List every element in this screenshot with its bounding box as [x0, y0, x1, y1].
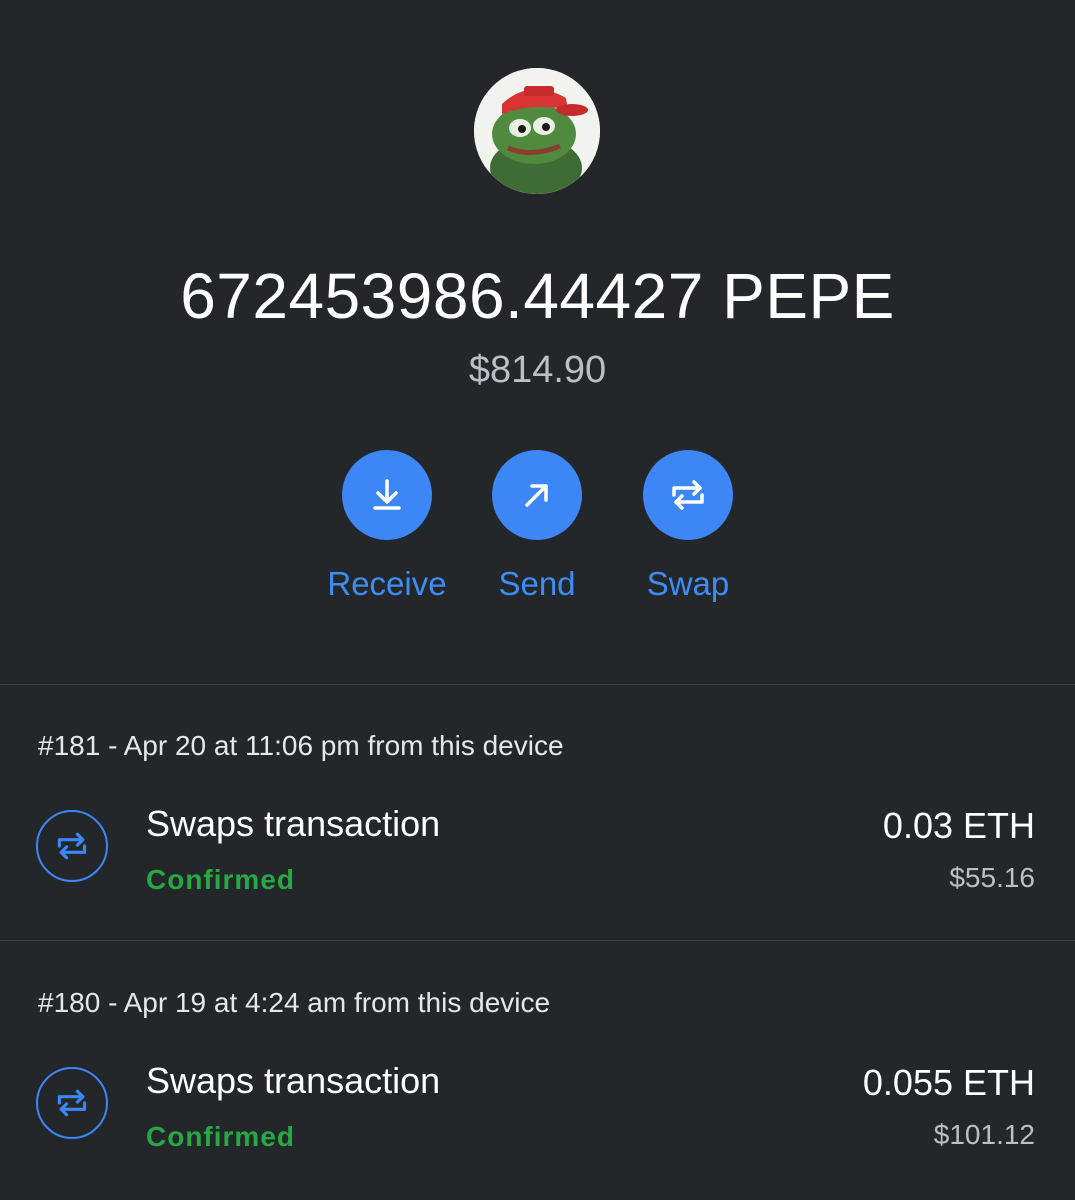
receive-button[interactable]: Receive	[307, 450, 467, 604]
diagonal-arrow-icon	[525, 484, 548, 507]
transaction-row[interactable]: #181 - Apr 20 at 11:06 pm from this devi…	[0, 684, 1075, 940]
swap-arrows-icon	[57, 1089, 87, 1117]
transaction-row[interactable]: #180 - Apr 19 at 4:24 am from this devic…	[0, 941, 1075, 1197]
transaction-amount-fiat: $55.16	[949, 862, 1035, 893]
transaction-title: Swaps transaction	[146, 1060, 441, 1101]
pepe-avatar-icon	[474, 68, 600, 194]
transaction-status: Confirmed	[146, 864, 295, 895]
swap-button[interactable]: Swap	[608, 450, 768, 604]
transaction-amount-fiat: $101.12	[933, 1119, 1035, 1150]
transaction-amount: 0.03 ETH	[882, 805, 1035, 846]
swap-circle[interactable]	[643, 450, 733, 540]
transaction-icon	[36, 1067, 108, 1139]
swap-label[interactable]: Swap	[608, 564, 768, 604]
transaction-status: Confirmed	[146, 1121, 295, 1152]
token-fiat-value: $814.90	[468, 349, 607, 391]
transaction-meta: #181 - Apr 20 at 11:06 pm from this devi…	[38, 730, 564, 761]
token-header: 672453986.44427 PEPE $814.90 Receive Sen…	[0, 0, 1075, 684]
receive-label[interactable]: Receive	[307, 564, 467, 604]
download-arrow-icon	[373, 479, 401, 510]
send-button[interactable]: Send	[457, 450, 617, 604]
send-label[interactable]: Send	[457, 564, 617, 604]
swap-arrows-icon	[57, 832, 87, 860]
transaction-meta: #180 - Apr 19 at 4:24 am from this devic…	[38, 987, 551, 1018]
receive-circle[interactable]	[342, 450, 432, 540]
transaction-icon	[36, 810, 108, 882]
swap-arrows-icon	[672, 480, 704, 510]
token-balance: 672453986.44427 PEPE	[180, 260, 895, 332]
transaction-amount: 0.055 ETH	[862, 1062, 1035, 1103]
token-avatar	[474, 68, 600, 194]
transaction-title: Swaps transaction	[146, 803, 441, 844]
send-circle[interactable]	[492, 450, 582, 540]
